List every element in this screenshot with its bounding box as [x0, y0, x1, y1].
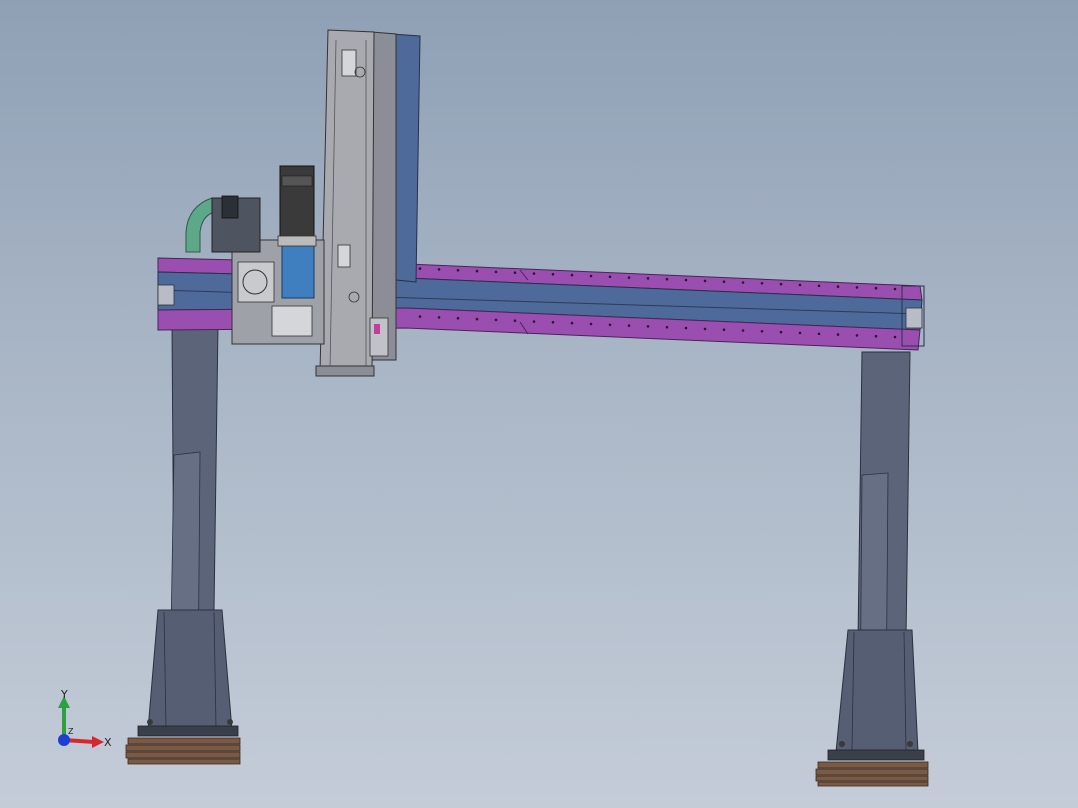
bolt-hole [475, 269, 479, 273]
bolt-hole [418, 267, 422, 270]
bolt-hole [513, 271, 517, 275]
bolt-hole [836, 333, 840, 336]
bolt-hole [513, 319, 517, 323]
bolt-hole [874, 286, 878, 290]
left-base-plates [125, 725, 241, 765]
bolt-hole [551, 273, 555, 276]
bolt-hole [760, 330, 764, 333]
coordinate-triad: Y X Z [58, 688, 112, 749]
bolt-hole [570, 321, 574, 325]
bolt-hole [893, 335, 897, 339]
bolt-hole [817, 332, 821, 336]
bolt-hole [532, 320, 536, 323]
bolt-hole [741, 281, 745, 284]
bolt-hole [646, 325, 650, 328]
bolt-hole [456, 316, 460, 320]
bolt-hole [627, 324, 631, 327]
bolt-hole [456, 268, 460, 272]
bolt-hole [437, 268, 441, 271]
bolt-hole [684, 326, 688, 330]
bolt-hole [551, 321, 555, 324]
y-axis-label: Y [60, 688, 68, 701]
bolt-hole [532, 272, 536, 275]
bolt-hole [760, 282, 764, 285]
z-axis-label: Z [68, 727, 74, 736]
bolt-hole [665, 277, 669, 281]
right-leg[interactable] [835, 351, 919, 753]
bolt-hole [570, 273, 574, 277]
bolt-hole [608, 323, 612, 327]
left-leg[interactable] [147, 324, 233, 731]
bolt-hole [855, 334, 859, 337]
bolt-hole [418, 315, 422, 318]
x-axis-label: X [104, 736, 112, 749]
bolt-hole [665, 325, 669, 329]
bolt-hole [836, 285, 840, 288]
bolt-hole [437, 316, 441, 319]
bolt-hole [798, 283, 802, 287]
bolt-hole [874, 334, 878, 338]
vertical-servo-motor[interactable] [277, 165, 317, 299]
bolt-hole [646, 277, 650, 280]
bolt-hole [494, 270, 498, 274]
cad-viewport[interactable]: Y X Z [0, 0, 1078, 808]
bolt-hole [855, 286, 859, 289]
bolt-hole [703, 327, 707, 331]
gantry-model[interactable] [0, 0, 1078, 808]
bolt-hole [608, 275, 612, 279]
bolt-hole [798, 331, 802, 335]
bolt-hole [741, 329, 745, 332]
bolt-hole [684, 278, 688, 282]
bolt-hole [722, 280, 726, 284]
bolt-hole [893, 287, 897, 291]
bolt-hole [589, 274, 593, 278]
bolt-hole [703, 279, 707, 283]
bolt-hole [779, 330, 783, 334]
bolt-hole [722, 328, 726, 332]
right-base-plates [815, 749, 929, 787]
bolt-hole [475, 317, 479, 321]
bolt-hole [589, 322, 593, 326]
bolt-hole [779, 282, 783, 286]
bolt-hole [494, 318, 498, 322]
bolt-hole [817, 284, 821, 288]
horizontal-drive-motor[interactable] [185, 195, 261, 253]
bolt-hole [627, 276, 631, 279]
